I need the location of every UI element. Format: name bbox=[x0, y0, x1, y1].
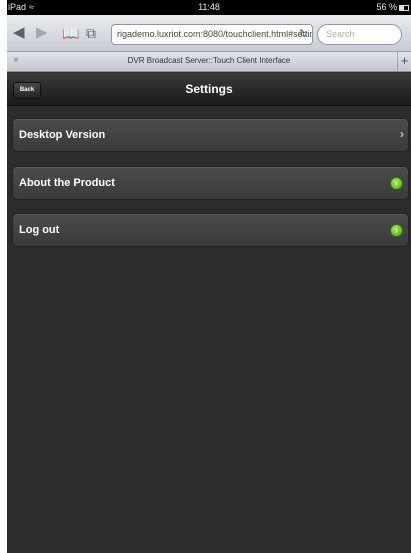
bookmarks-icon[interactable]: 📖 bbox=[62, 24, 79, 42]
status-bar: iPad ≈ 11:48 56 % bbox=[7, 0, 411, 15]
search-input[interactable]: Search bbox=[317, 24, 402, 45]
app-header: Back Settings bbox=[7, 73, 411, 106]
forward-arrow-icon[interactable]: ▶ bbox=[36, 24, 48, 42]
ipad-screen: iPad ≈ 11:48 56 % ◀ ▶ 📖 ⧉ rigademo.luxri… bbox=[7, 0, 411, 553]
url-text: rigademo.luxriot.com:8080/touchclient.ht… bbox=[117, 29, 313, 39]
status-time: 11:48 bbox=[198, 2, 220, 12]
list-item-label: Log out bbox=[19, 224, 60, 236]
green-arrow-icon: › bbox=[390, 224, 403, 237]
log-out-item[interactable]: Log out › bbox=[12, 213, 409, 247]
new-tab-icon[interactable]: + bbox=[397, 52, 411, 71]
battery-percent: 56 % bbox=[376, 2, 397, 12]
reload-icon[interactable]: ↻ bbox=[299, 25, 308, 44]
back-arrow-icon[interactable]: ◀ bbox=[13, 24, 25, 42]
share-icon[interactable]: ⧉ bbox=[86, 24, 96, 42]
tab-title[interactable]: DVR Broadcast Server::Touch Client Inter… bbox=[7, 56, 411, 65]
list-item-label: About the Product bbox=[19, 177, 115, 189]
list-item-label: Desktop Version bbox=[19, 129, 106, 141]
browser-toolbar: ◀ ▶ 📖 ⧉ rigademo.luxriot.com:8080/touchc… bbox=[7, 15, 411, 52]
desktop-version-item[interactable]: Desktop Version › bbox=[12, 118, 409, 152]
green-arrow-icon: › bbox=[390, 177, 403, 190]
address-bar[interactable]: rigademo.luxriot.com:8080/touchclient.ht… bbox=[111, 24, 313, 45]
about-product-item[interactable]: About the Product › bbox=[12, 166, 409, 200]
chevron-right-icon: › bbox=[400, 127, 404, 141]
battery-icon bbox=[399, 4, 409, 11]
page-title: Settings bbox=[185, 82, 233, 96]
tab-bar: × DVR Broadcast Server::Touch Client Int… bbox=[7, 52, 411, 72]
